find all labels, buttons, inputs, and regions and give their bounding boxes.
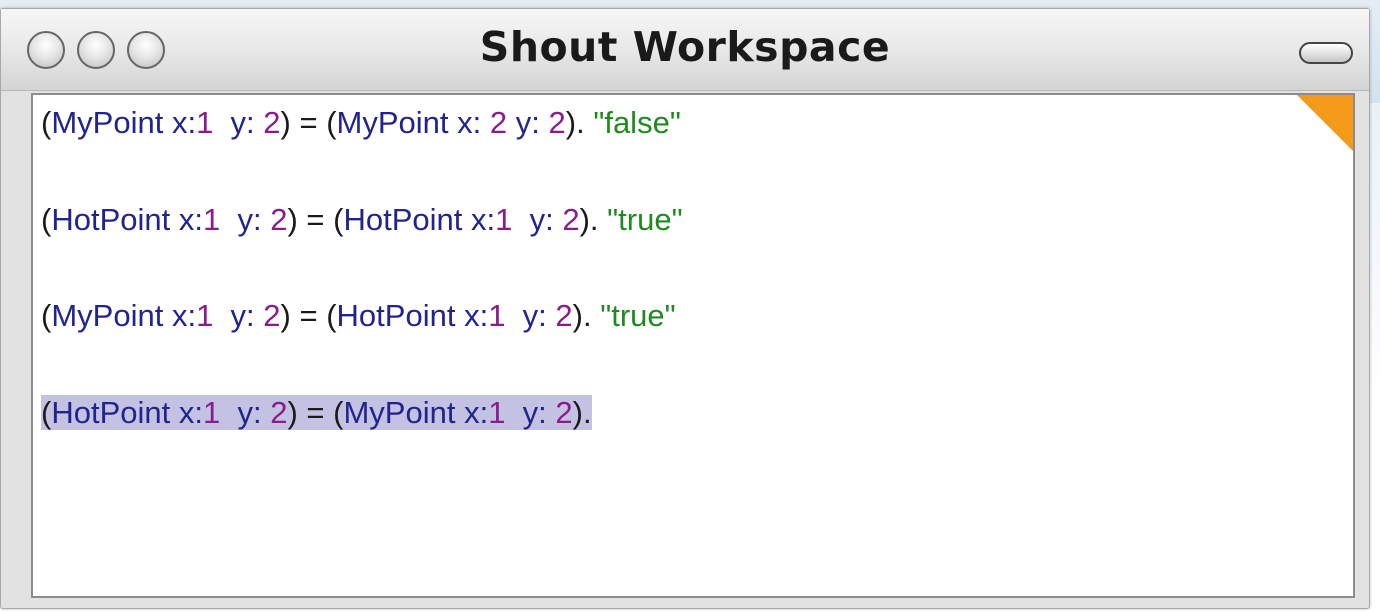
code-punctuation <box>449 105 458 140</box>
code-punctuation: ( <box>41 202 52 237</box>
code-punctuation <box>163 298 172 333</box>
code-punctuation <box>505 395 522 430</box>
code-punctuation <box>540 105 549 140</box>
code-number: 2 <box>263 298 281 333</box>
code-punctuation: ) = ( <box>287 395 344 430</box>
code-punctuation <box>505 298 522 333</box>
code-identifier: MyPoint <box>343 395 456 430</box>
code-number: 2 <box>270 202 288 237</box>
code-identifier: y: <box>522 298 547 333</box>
code-number: 1 <box>202 202 221 237</box>
code-punctuation <box>163 105 172 140</box>
code-punctuation <box>170 395 179 430</box>
code-number: 1 <box>488 395 506 430</box>
code-identifier: x: <box>464 395 489 430</box>
code-identifier: y: <box>237 395 262 430</box>
code-punctuation: ( <box>41 395 52 430</box>
code-identifier: MyPoint <box>51 298 164 333</box>
code-punctuation <box>170 202 179 237</box>
code-number: 2 <box>548 105 566 140</box>
code-line[interactable]: (MyPoint x:1 y: 2) = (HotPoint x:1 y: 2)… <box>41 296 676 336</box>
code-number: 1 <box>196 298 214 333</box>
code-line[interactable]: (MyPoint x:1 y: 2) = (MyPoint x: 2 y: 2)… <box>41 103 681 143</box>
code-identifier: x: <box>470 202 496 237</box>
code-identifier: y: <box>237 202 262 237</box>
code-punctuation: ). <box>572 395 592 430</box>
corner-flag-icon <box>1297 95 1353 151</box>
code-identifier: x: <box>171 298 197 333</box>
code-identifier: y: <box>230 298 255 333</box>
code-punctuation <box>213 105 230 140</box>
code-number: 1 <box>488 298 506 333</box>
code-punctuation: ) = ( <box>280 105 337 140</box>
code-text: (MyPoint x:1 y: 2) = (HotPoint x:1 y: 2)… <box>41 298 676 333</box>
code-number: 2 <box>270 395 288 430</box>
code-identifier: x: <box>171 105 197 140</box>
code-line[interactable]: (HotPoint x:1 y: 2) = (HotPoint x:1 y: 2… <box>41 200 683 240</box>
code-editor[interactable]: (MyPoint x:1 y: 2) = (MyPoint x: 2 y: 2)… <box>31 93 1355 598</box>
code-number: 1 <box>202 395 221 430</box>
code-identifier: y: <box>230 105 255 140</box>
workspace-window[interactable]: Shout Workspace (MyPoint x:1 y: 2) = (My… <box>0 8 1370 609</box>
code-punctuation: ( <box>41 105 52 140</box>
code-number: 2 <box>555 395 573 430</box>
code-number: 1 <box>495 202 513 237</box>
code-identifier: MyPoint <box>51 105 164 140</box>
code-string: "true" <box>600 298 676 333</box>
code-punctuation: ) = ( <box>287 202 344 237</box>
code-text: (MyPoint x:1 y: 2) = (MyPoint x: 2 y: 2)… <box>41 105 681 140</box>
code-string: "false" <box>593 105 681 140</box>
code-number: 2 <box>489 105 508 140</box>
code-identifier: x: <box>464 298 489 333</box>
code-identifier: y: <box>522 395 547 430</box>
code-number: 1 <box>196 105 214 140</box>
code-punctuation <box>255 298 264 333</box>
window-collapse-icon[interactable] <box>1299 42 1353 64</box>
code-punctuation <box>462 202 471 237</box>
code-string: "true" <box>607 202 683 237</box>
code-punctuation: ). <box>579 202 608 237</box>
code-identifier: x: <box>178 202 203 237</box>
code-identifier: y: <box>515 105 540 140</box>
code-punctuation <box>262 395 271 430</box>
code-punctuation <box>512 202 529 237</box>
code-identifier: x: <box>178 395 203 430</box>
code-identifier: HotPoint <box>51 202 171 237</box>
code-punctuation <box>213 298 230 333</box>
code-punctuation <box>262 202 271 237</box>
code-punctuation <box>220 395 237 430</box>
code-identifier: HotPoint <box>336 298 456 333</box>
code-identifier: HotPoint <box>51 395 171 430</box>
code-number: 2 <box>263 105 281 140</box>
code-punctuation: ( <box>41 298 52 333</box>
code-punctuation <box>507 105 516 140</box>
code-identifier: x: <box>457 105 482 140</box>
code-number: 2 <box>555 298 573 333</box>
code-punctuation <box>481 105 490 140</box>
code-punctuation: ) = ( <box>280 298 337 333</box>
code-punctuation <box>220 202 237 237</box>
code-identifier: y: <box>529 202 554 237</box>
code-identifier: MyPoint <box>336 105 449 140</box>
window-titlebar[interactable]: Shout Workspace <box>1 9 1369 91</box>
code-punctuation: ). <box>572 298 601 333</box>
code-text: (HotPoint x:1 y: 2) = (MyPoint x:1 y: 2)… <box>41 395 592 430</box>
code-punctuation <box>455 298 464 333</box>
window-title: Shout Workspace <box>479 23 891 71</box>
code-punctuation <box>455 395 464 430</box>
code-punctuation <box>255 105 264 140</box>
code-number: 2 <box>562 202 580 237</box>
code-identifier: HotPoint <box>343 202 463 237</box>
code-text: (HotPoint x:1 y: 2) = (HotPoint x:1 y: 2… <box>41 202 683 237</box>
code-punctuation: ). <box>565 105 594 140</box>
code-line-selected[interactable]: (HotPoint x:1 y: 2) = (MyPoint x:1 y: 2)… <box>41 393 592 433</box>
